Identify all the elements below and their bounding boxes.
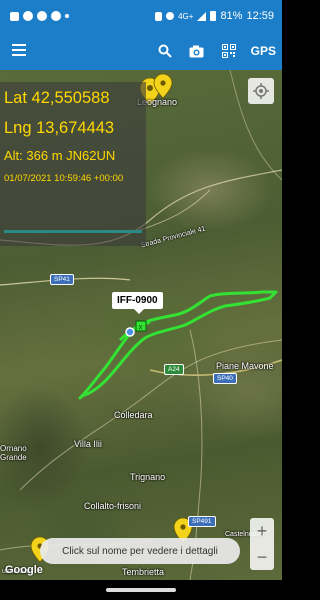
map-view[interactable]: x Leognano Strada Provinciale 41 SP41 Co… (0, 70, 282, 580)
datetime-text: 01/07/2021 10:59:46 +00:00 (4, 173, 124, 184)
place-label-colledara: Colledara (114, 410, 153, 420)
accuracy-bar (4, 230, 142, 233)
gps-track (78, 290, 278, 400)
alarm-icon (166, 12, 175, 20)
my-location-button[interactable] (248, 78, 274, 104)
zoom-in-button[interactable]: + (257, 521, 268, 542)
pinterest-icon (37, 11, 47, 21)
road-badge-sp491: SP491 (188, 516, 216, 527)
place-label-trignano: Trignano (130, 472, 166, 482)
network-type: 4G+ (178, 11, 194, 21)
home-gesture-pill[interactable] (106, 588, 176, 592)
search-button[interactable] (155, 41, 175, 61)
battery-icon (210, 11, 217, 21)
facebook-icon (23, 11, 33, 21)
coordinates-panel: Lat 42,550588 Lng 13,674443 Alt: 366 m J… (0, 82, 146, 246)
svg-text:x: x (139, 323, 143, 332)
place-label-piane-mavone: Piane Mavone (216, 361, 274, 371)
battery-level: 81% (220, 10, 243, 22)
place-label-collalto: Collalto-frisoni (84, 501, 142, 511)
nfc-icon (155, 11, 163, 21)
hint-toast: Click sul nome per vedere i dettagli (40, 538, 240, 564)
zoom-controls: + − (250, 518, 274, 570)
longitude-text: Lng 13,674443 (4, 119, 115, 137)
road-badge-sp41: SP41 (50, 274, 74, 285)
system-nav-bar (0, 580, 282, 600)
clock: 12:59 (246, 10, 274, 22)
road-badge-sp40: SP40 (213, 373, 237, 384)
notification-icons (10, 11, 69, 21)
place-label-ornano: Ornano Grande (0, 444, 27, 462)
zoom-out-button[interactable]: − (257, 547, 268, 568)
camera-button[interactable] (187, 41, 207, 61)
latitude-text: Lat 42,550588 (4, 89, 110, 107)
menu-icon[interactable] (12, 44, 26, 56)
notification-dot-icon (65, 14, 69, 18)
messenger-icon (51, 11, 61, 21)
signal-icon (197, 11, 207, 21)
current-position-marker (125, 327, 135, 337)
qr-scan-button[interactable] (219, 41, 239, 61)
gps-button[interactable]: GPS (251, 41, 276, 61)
search-icon (158, 44, 172, 58)
place-label-tembrietta: Tembrietta (122, 567, 165, 577)
altitude-text: Alt: 366 m JN62UN (4, 148, 116, 163)
crosshair-icon (253, 83, 269, 99)
place-label-villa-ilii: Villa Ilii (74, 439, 102, 449)
waypoint-callout[interactable]: IFF-0900 (112, 292, 163, 314)
app-bar: GPS (0, 32, 282, 70)
road-badge-a24: A24 (164, 364, 184, 375)
google-attribution: Google (5, 564, 43, 576)
camera-icon (189, 45, 204, 57)
status-bar: 4G+ 81% 12:59 (0, 0, 282, 32)
qr-code-icon (221, 44, 236, 58)
whatsapp-icon (10, 11, 19, 21)
